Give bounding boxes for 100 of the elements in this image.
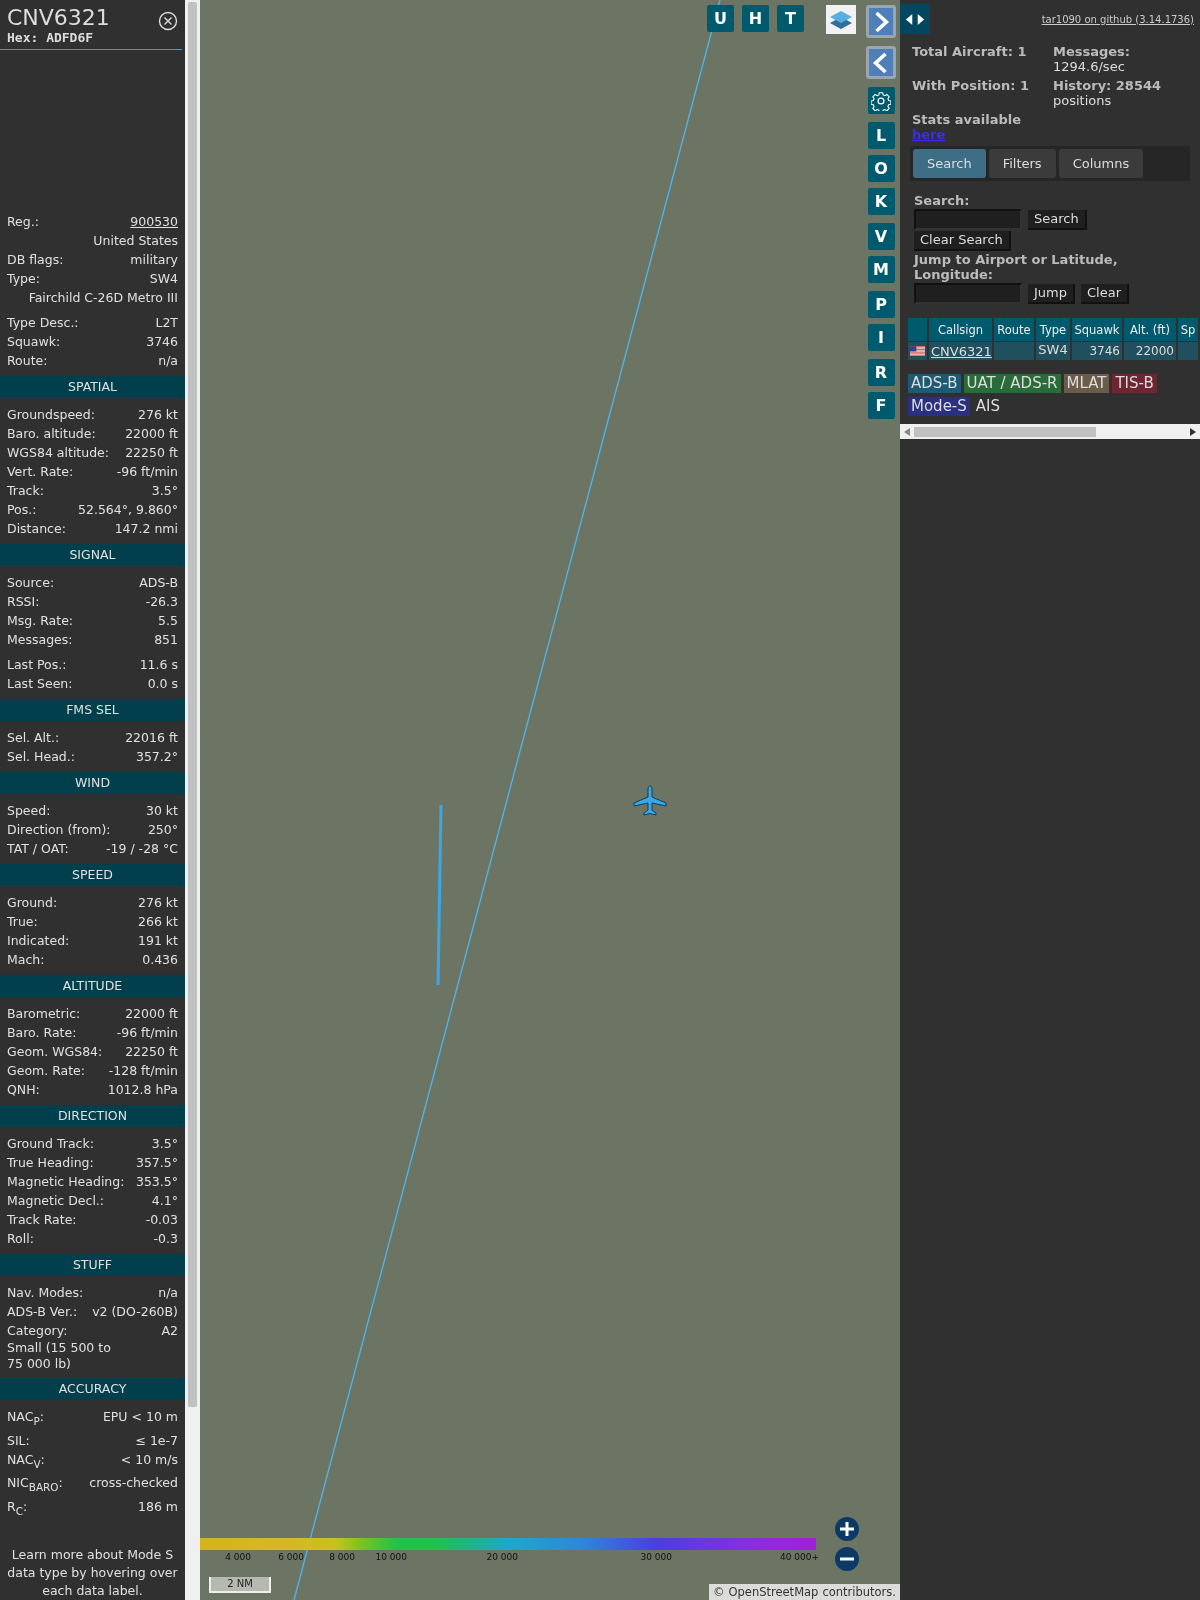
- field-value: 11.6 s: [139, 656, 178, 674]
- map-toggle-button[interactable]: V: [867, 223, 895, 250]
- search-button[interactable]: Search: [1028, 209, 1087, 230]
- field-value: 22000 ft: [125, 425, 178, 443]
- field-value: -0.3: [153, 1230, 178, 1248]
- field-label: ADS-B Ver.:: [7, 1303, 78, 1321]
- callsign-link[interactable]: CNV6321: [931, 343, 992, 359]
- jump-field[interactable]: [914, 283, 1022, 304]
- field-label: Reg.:: [7, 213, 39, 231]
- search-field[interactable]: [914, 209, 1022, 230]
- close-icon[interactable]: [158, 11, 178, 31]
- layers-button[interactable]: [826, 5, 856, 34]
- stat-label: Total Aircraft: 1: [912, 44, 1028, 59]
- field-value: 266 kt: [138, 913, 178, 931]
- jump-button[interactable]: Jump: [1028, 283, 1075, 304]
- expand-button[interactable]: [866, 5, 896, 38]
- altitude-label: 20 000: [486, 1551, 518, 1564]
- attribution-link[interactable]: OpenStreetMap: [728, 1584, 819, 1600]
- field-label: Groundspeed:: [7, 406, 95, 424]
- field-value: 3.5°: [151, 1135, 178, 1153]
- field-value: cross-checked: [89, 1474, 178, 1492]
- column-header[interactable]: Type: [1036, 318, 1070, 341]
- stat-label: History: 28544: [1053, 78, 1163, 93]
- field-label: Track:: [7, 482, 44, 500]
- clear-button[interactable]: Clear: [1081, 283, 1129, 304]
- field-value: 22250 ft: [125, 444, 178, 462]
- zoom-out-button[interactable]: [834, 1547, 860, 1573]
- column-header[interactable]: Alt. (ft): [1124, 318, 1176, 341]
- field-value: -0.03: [145, 1211, 178, 1229]
- field-value: EPU < 10 m: [102, 1408, 178, 1426]
- flag-icon: [910, 345, 925, 357]
- column-header-blank: [908, 318, 927, 341]
- field-label: Category:: [7, 1322, 68, 1340]
- map-toggle-button[interactable]: M: [867, 256, 895, 283]
- field-value: 186 m: [138, 1497, 178, 1516]
- map-toggle-button[interactable]: H: [742, 5, 769, 32]
- field-value: -19 / -28 °C: [106, 840, 178, 858]
- field-value: Fairchild C-26D Metro III: [28, 289, 178, 307]
- stat-value: positions: [1053, 93, 1113, 108]
- scrollbar[interactable]: [900, 424, 1200, 439]
- field-label: Pos.:: [7, 501, 37, 519]
- squawk-cell: 3746: [1072, 342, 1122, 360]
- field-label: NIC$_{BARO}$:: [7, 1474, 63, 1495]
- map-toggle-button[interactable]: K: [867, 188, 895, 215]
- chevron-left-icon: [872, 51, 890, 74]
- scrollbar[interactable]: [185, 0, 200, 1600]
- field-value: 22250 ft: [125, 1043, 178, 1061]
- field-label: Geom. Rate:: [7, 1062, 86, 1080]
- field-value: 250°: [147, 821, 178, 839]
- tab[interactable]: Columns: [1058, 149, 1144, 178]
- map-toggle-button[interactable]: O: [867, 155, 895, 182]
- field-value: 3746: [146, 333, 178, 351]
- section-header: SPEED: [0, 864, 185, 886]
- column-header[interactable]: Callsign: [929, 318, 992, 341]
- field-value: SW4: [149, 270, 178, 288]
- field-value: 276 kt: [138, 406, 178, 424]
- registration-link[interactable]: 900530: [130, 212, 178, 231]
- section-header: STUFF: [0, 1254, 185, 1276]
- panel-toggle-button[interactable]: [900, 4, 930, 34]
- map-toggle-button[interactable]: R: [867, 359, 895, 386]
- column-header[interactable]: Route: [994, 318, 1034, 341]
- field-label: WGS84 altitude:: [7, 444, 110, 462]
- field-label: Roll:: [7, 1230, 34, 1248]
- scroll-left-icon: [904, 427, 910, 436]
- field-label: Ground Track:: [7, 1135, 94, 1153]
- field-label: Magnetic Heading:: [7, 1173, 125, 1191]
- section-header: SIGNAL: [0, 544, 185, 566]
- column-header[interactable]: Squawk: [1072, 318, 1122, 341]
- column-header[interactable]: Sp: [1178, 318, 1198, 341]
- map-toggle-button[interactable]: T: [777, 5, 804, 32]
- collapse-button[interactable]: [866, 46, 896, 79]
- map-toggle-button[interactable]: P: [867, 291, 895, 318]
- altitude-label: 30 000: [640, 1551, 672, 1564]
- field-value: 147.2 nmi: [114, 520, 178, 538]
- field-label: Baro. altitude:: [7, 425, 96, 443]
- tab[interactable]: Filters: [988, 149, 1056, 178]
- field-label: Type:: [7, 270, 40, 288]
- field-label: Sel. Alt.:: [7, 729, 60, 747]
- map-toggle-button[interactable]: U: [707, 5, 734, 32]
- field-label: Messages:: [7, 631, 73, 649]
- map-toggle-button[interactable]: L: [867, 122, 895, 149]
- map-background[interactable]: U H T L O K V M P I R F 4 000 6 000 8 000 10 000 20 000 30 000 40 000+ 2 NM © OpenStreetMap contributors.: [200, 0, 900, 1600]
- map-toggle-button[interactable]: I: [867, 324, 895, 351]
- github-link[interactable]: tar1090 on github (3.14.1736): [1041, 13, 1194, 25]
- field-value: 191 kt: [138, 932, 178, 950]
- tab[interactable]: Search: [913, 149, 986, 178]
- empty-cell: [1178, 342, 1198, 360]
- map-toggle-button[interactable]: F: [867, 392, 895, 419]
- field-label: SIL:: [7, 1431, 30, 1450]
- clear-search-button[interactable]: Clear Search: [914, 231, 1011, 251]
- field-label: Last Seen:: [7, 675, 73, 693]
- source-tag: UAT / ADS-R: [963, 374, 1061, 393]
- field-value: 357.2°: [135, 748, 178, 766]
- field-value: -96 ft/min: [116, 1024, 178, 1042]
- field-value: 353.5°: [135, 1173, 178, 1191]
- field-value: n/a: [158, 352, 178, 370]
- zoom-in-button[interactable]: [834, 1517, 860, 1543]
- settings-button[interactable]: [867, 87, 895, 114]
- altitude-cell: 22000: [1124, 342, 1176, 360]
- field-label: QNH:: [7, 1081, 40, 1099]
